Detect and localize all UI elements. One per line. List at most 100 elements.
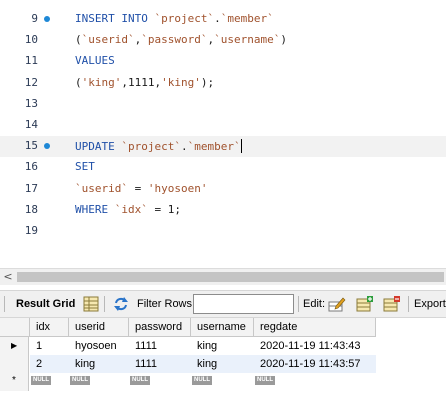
- statement-marker-icon: [44, 16, 50, 22]
- new-row-cell-idx[interactable]: NULL: [30, 373, 69, 391]
- row-header[interactable]: *: [0, 373, 29, 391]
- new-row[interactable]: * NULL NULL NULL NULL NULL: [0, 373, 376, 392]
- code-line[interactable]: 14: [0, 115, 446, 136]
- sql-identifier: `userid`: [81, 33, 135, 46]
- line-number: 10: [24, 33, 38, 46]
- delete-row-icon[interactable]: [383, 295, 401, 313]
- sql-keyword: VALUES: [75, 54, 115, 67]
- sql-text: = 1;: [147, 203, 181, 216]
- column-header-username[interactable]: username: [191, 318, 254, 337]
- sql-identifier: 'hyosoen': [147, 182, 208, 195]
- code-line[interactable]: 9 INSERT INTO `project`.`member`: [0, 9, 446, 30]
- sql-identifier: `userid`: [75, 182, 128, 195]
- filter-rows-input[interactable]: [193, 294, 294, 314]
- result-grid[interactable]: idx userid password username regdate ▶ 1 hyosoe…: [0, 318, 446, 411]
- sql-text: (: [75, 33, 82, 46]
- code-line[interactable]: 11 VALUES: [0, 51, 446, 72]
- code-text: VALUES: [75, 54, 115, 67]
- code-line[interactable]: 12 ('king',1111,'king');: [0, 73, 446, 94]
- new-row-cell-username[interactable]: NULL: [191, 373, 254, 391]
- line-number: 16: [24, 160, 38, 173]
- edit-row-icon[interactable]: [328, 295, 346, 313]
- cell-idx[interactable]: 1: [30, 337, 69, 355]
- new-row-marker-icon: *: [12, 375, 16, 386]
- null-badge: NULL: [31, 376, 51, 385]
- code-text: INSERT INTO `project`.`member`: [75, 12, 274, 25]
- new-row-cell-password[interactable]: NULL: [129, 373, 191, 391]
- line-number: 9: [31, 12, 38, 25]
- scrollbar-thumb[interactable]: [17, 272, 444, 282]
- cell-idx[interactable]: 2: [30, 355, 69, 373]
- code-text: SET: [75, 160, 95, 173]
- row-header[interactable]: ▶: [0, 337, 29, 355]
- null-badge: NULL: [130, 376, 150, 385]
- toolbar-separator: [408, 296, 409, 312]
- sql-identifier: `idx`: [114, 203, 148, 216]
- sql-keyword: UPDATE: [75, 140, 122, 153]
- new-row-cell-userid[interactable]: NULL: [69, 373, 129, 391]
- null-badge: NULL: [255, 376, 275, 385]
- add-row-icon[interactable]: [356, 295, 374, 313]
- null-badge: NULL: [192, 376, 212, 385]
- sql-identifier: `member`: [187, 140, 241, 153]
- line-number: 13: [24, 97, 38, 110]
- column-header-userid[interactable]: userid: [69, 318, 129, 337]
- grid-view-icon[interactable]: [82, 295, 100, 313]
- scroll-left-arrow-icon[interactable]: <: [2, 270, 14, 284]
- line-number: 18: [24, 203, 38, 216]
- line-number: 12: [24, 76, 38, 89]
- toolbar-separator: [298, 296, 299, 312]
- result-grid-tab[interactable]: Result Grid: [16, 291, 75, 317]
- table-row[interactable]: ▶ 1 hyosoen 1111 king 2020-11-19 11:43:43: [0, 337, 376, 356]
- code-text: ('king',1111,'king');: [75, 76, 214, 89]
- text-caret: [240, 139, 242, 153]
- sql-keyword: SET: [75, 160, 95, 173]
- code-line[interactable]: 15 UPDATE `project`.`member`: [0, 136, 446, 157]
- cell-userid[interactable]: king: [69, 355, 129, 373]
- sql-identifier: `password`: [141, 33, 208, 46]
- sql-text: ,1111,: [121, 76, 162, 89]
- column-header-password[interactable]: password: [129, 318, 191, 337]
- code-line[interactable]: 18 WHERE `idx` = 1;: [0, 200, 446, 221]
- code-line[interactable]: 16 SET: [0, 157, 446, 178]
- line-number: 19: [24, 224, 38, 237]
- code-line[interactable]: 19: [0, 221, 446, 242]
- refresh-icon[interactable]: [112, 295, 130, 313]
- code-text: `userid` = 'hyosoen': [75, 182, 207, 195]
- column-header-idx[interactable]: idx: [30, 318, 69, 337]
- export-button[interactable]: Export/: [414, 291, 446, 317]
- sql-text: .: [214, 12, 221, 25]
- editor-horizontal-scrollbar[interactable]: <: [0, 268, 446, 285]
- toolbar-grip: [4, 296, 5, 312]
- sql-keyword: WHERE: [75, 203, 115, 216]
- cell-regdate[interactable]: 2020-11-19 11:43:43: [254, 337, 376, 355]
- cell-password[interactable]: 1111: [129, 337, 191, 355]
- sql-text: .: [180, 140, 188, 153]
- table-row[interactable]: 2 king 1111 king 2020-11-19 11:43:57: [0, 355, 376, 374]
- code-line[interactable]: 10 (`userid`,`password`,`username`): [0, 30, 446, 51]
- sql-identifier: 'king': [161, 76, 201, 89]
- code-line[interactable]: 13: [0, 94, 446, 115]
- cell-username[interactable]: king: [191, 355, 254, 373]
- cell-username[interactable]: king: [191, 337, 254, 355]
- cell-regdate[interactable]: 2020-11-19 11:43:57: [254, 355, 376, 373]
- toolbar-separator: [104, 296, 105, 312]
- line-number: 14: [24, 118, 38, 131]
- filter-rows-label: Filter Rows:: [137, 298, 196, 310]
- cell-password[interactable]: 1111: [129, 355, 191, 373]
- sql-identifier: `username`: [214, 33, 281, 46]
- column-header-regdate[interactable]: regdate: [254, 318, 376, 337]
- cell-userid[interactable]: hyosoen: [69, 337, 129, 355]
- row-header[interactable]: [0, 355, 29, 373]
- new-row-cell-regdate[interactable]: NULL: [254, 373, 376, 391]
- sql-text: =: [127, 182, 148, 195]
- code-text: (`userid`,`password`,`username`): [75, 33, 287, 46]
- code-text: WHERE `idx` = 1;: [75, 203, 181, 216]
- null-badge: NULL: [70, 376, 90, 385]
- code-line[interactable]: 17 `userid` = 'hyosoen': [0, 179, 446, 200]
- grid-corner-header: [0, 318, 30, 337]
- sql-identifier: 'king': [81, 76, 122, 89]
- result-toolbar: Result Grid Filter Rows: Edit: Export/: [0, 290, 446, 318]
- sql-editor[interactable]: 9 INSERT INTO `project`.`member` 10 (`useri…: [0, 0, 446, 268]
- sql-identifier: `member`: [220, 12, 274, 25]
